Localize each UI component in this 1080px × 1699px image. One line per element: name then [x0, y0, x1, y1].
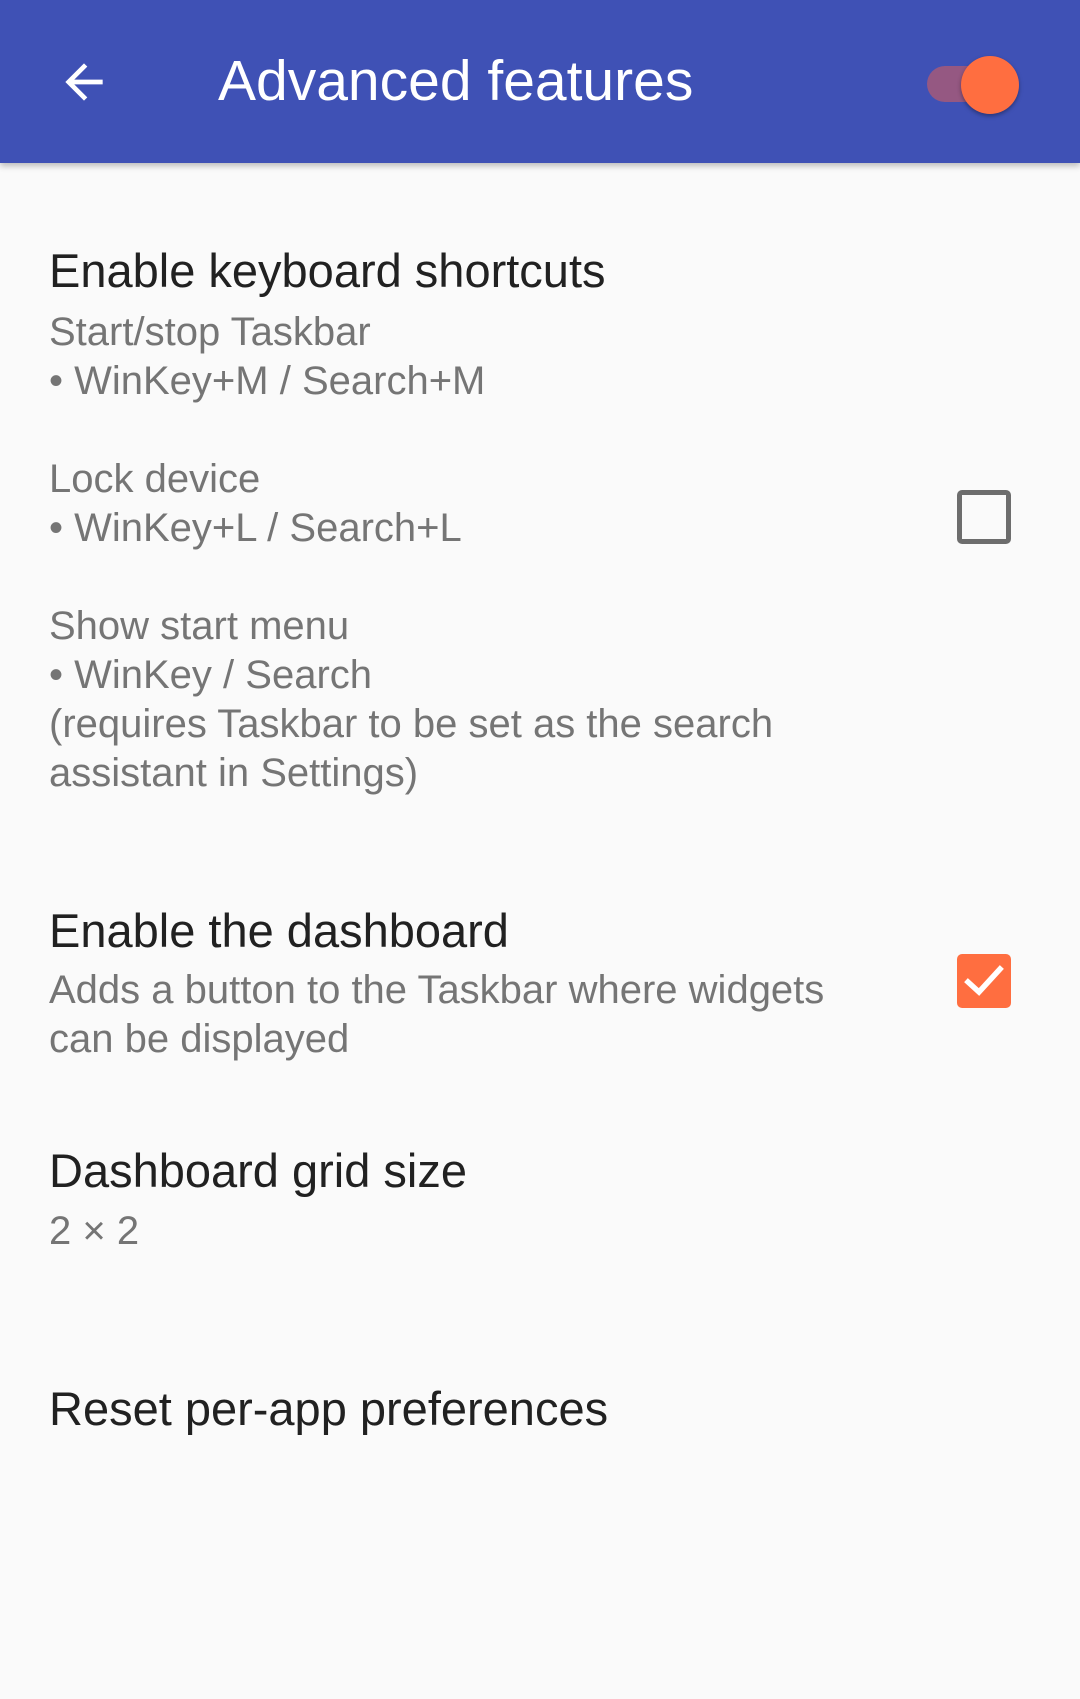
pref-summary: 2 × 2 [49, 1209, 140, 1253]
pref-title: Reset per-app preferences [49, 1382, 609, 1435]
check-icon [964, 965, 1004, 996]
pref-keyboard-shortcuts[interactable]: Enable keyboard shortcuts Start/stop Tas… [0, 163, 1080, 843]
pref-reset-per-app[interactable]: Reset per-app preferences [0, 1353, 1080, 1543]
page-title: Advanced features [218, 49, 694, 113]
pref-summary: Start/stop Taskbar • WinKey+M / Search+M… [49, 310, 774, 795]
advanced-features-screen: Advanced features Enable keyboard shortc… [0, 0, 1080, 1699]
master-toggle-switch[interactable] [925, 56, 1025, 114]
pref-title: Enable keyboard shortcuts [49, 244, 606, 297]
app-bar: Advanced features [0, 0, 1080, 163]
pref-title: Enable the dashboard [49, 904, 509, 957]
pref-dashboard-grid-size[interactable]: Dashboard grid size 2 × 2 [0, 1113, 1080, 1353]
arrow-back-icon [65, 63, 103, 101]
keyboard-shortcuts-checkbox[interactable] [957, 490, 1011, 544]
pref-title: Dashboard grid size [49, 1144, 467, 1197]
switch-thumb [961, 56, 1019, 114]
back-button[interactable] [50, 48, 118, 116]
pref-enable-dashboard[interactable]: Enable the dashboard Adds a button to th… [0, 843, 1080, 1113]
dashboard-checkbox[interactable] [957, 954, 1011, 1008]
pref-summary: Adds a button to the Taskbar where widge… [49, 968, 825, 1061]
